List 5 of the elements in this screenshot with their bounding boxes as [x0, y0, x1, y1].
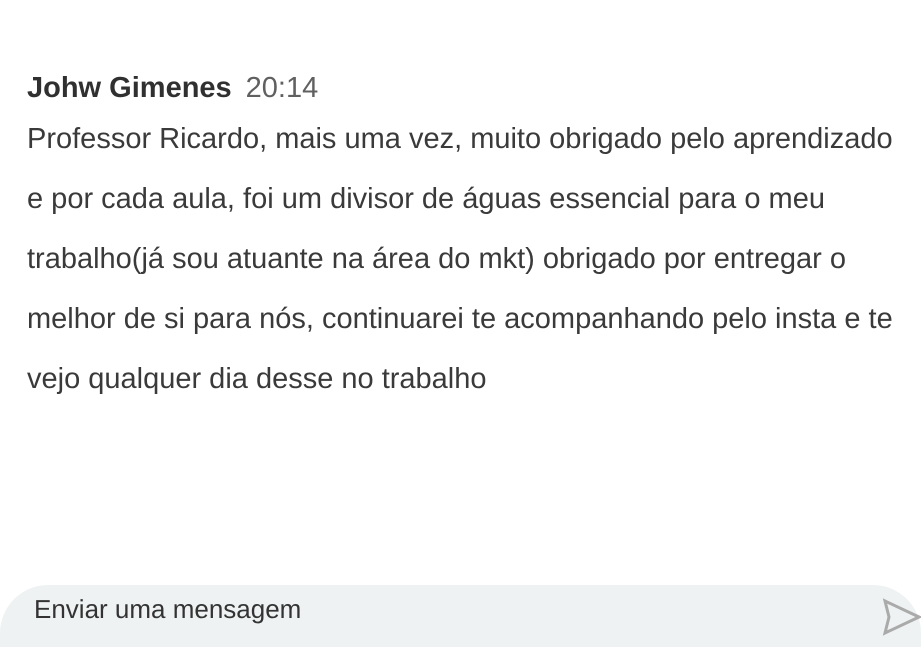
author-name: Johw Gimenes	[27, 72, 232, 105]
message-input-field[interactable]: Enviar uma mensagem	[0, 585, 921, 647]
message-time: 20:14	[246, 72, 318, 105]
send-icon[interactable]	[881, 597, 921, 637]
message-text: Professor Ricardo, mais uma vez, muito obrigado pelo aprendizado e por cada aula, foi um divisor de águas essencial para o meu trabalho(já sou atuante na área do mkt) obrigado por entregar o melhor de si para nós, continuarei te acompanhando pelo insta e te vejo qualquer dia desse no trabalho	[27, 122, 894, 397]
